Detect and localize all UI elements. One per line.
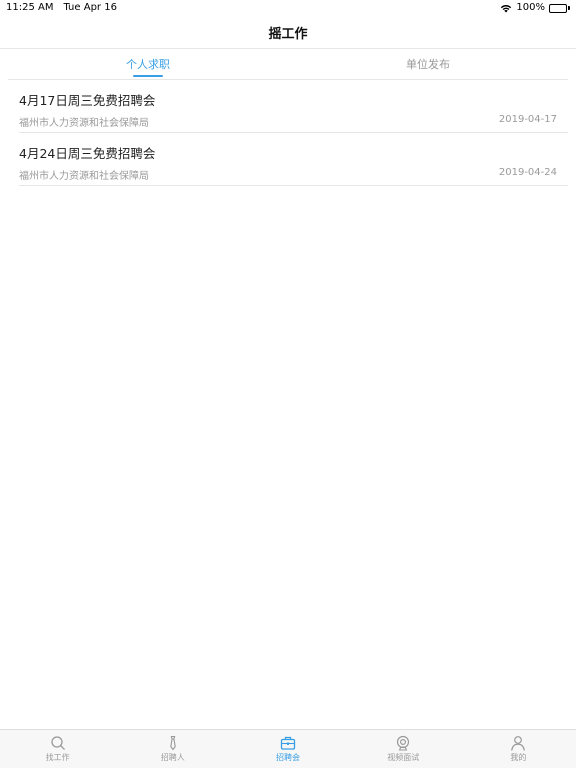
battery-icon [549, 3, 570, 13]
tabbar-profile[interactable]: 我的 [461, 730, 576, 768]
segment-tabs: 个人求职 单位发布 [8, 49, 568, 80]
page-title: 摇工作 [268, 26, 308, 42]
item-date: 2019-04-17 [498, 114, 557, 125]
webcam-icon [397, 735, 410, 751]
tabbar-label: 我的 [510, 753, 527, 762]
person-icon [511, 736, 526, 751]
status-time: 11:25 AM [6, 2, 54, 13]
tabbar-job-fair[interactable]: 招聘会 [230, 730, 345, 768]
tie-icon [170, 735, 176, 751]
search-icon [50, 736, 65, 750]
tabbar-find-job[interactable]: 找工作 [0, 730, 115, 768]
tabbar-recruiters[interactable]: 招聘人 [115, 730, 230, 768]
briefcase-icon [280, 736, 296, 750]
item-organizer: 福州市人力资源和社会保障局 [19, 118, 149, 129]
status-bar: 11:25 AM Tue Apr 16 100% [0, 0, 576, 16]
navigation-bar: 摇工作 [0, 16, 576, 49]
battery-percent: 100% [516, 2, 545, 13]
item-title: 4月24日周三免费招聘会 [19, 146, 156, 161]
status-left: 11:25 AM Tue Apr 16 [6, 0, 117, 16]
status-right: 100% [500, 0, 570, 16]
tab-active-indicator [133, 75, 163, 77]
item-title: 4月17日周三免费招聘会 [19, 93, 156, 108]
tab-label: 个人求职 [126, 58, 170, 71]
tab-company-posting[interactable]: 单位发布 [288, 49, 568, 79]
tabbar-video-interview[interactable]: 视频面试 [346, 730, 461, 768]
item-organizer: 福州市人力资源和社会保障局 [19, 171, 149, 182]
tabbar-label: 找工作 [45, 753, 70, 762]
tabbar-label: 招聘会 [276, 753, 300, 762]
tabbar-label: 招聘人 [160, 753, 185, 762]
list-item[interactable]: 4月24日周三免费招聘会 福州市人力资源和社会保障局 2019-04-24 [19, 133, 568, 186]
tabbar-label: 视频面试 [387, 753, 420, 762]
tab-label: 单位发布 [406, 58, 450, 71]
list-item[interactable]: 4月17日周三免费招聘会 福州市人力资源和社会保障局 2019-04-17 [19, 80, 568, 133]
job-fair-list: 4月17日周三免费招聘会 福州市人力资源和社会保障局 2019-04-17 4月… [19, 80, 568, 186]
wifi-icon [500, 4, 512, 13]
tab-personal-job-seeking[interactable]: 个人求职 [8, 49, 288, 79]
item-date: 2019-04-24 [498, 167, 557, 178]
status-date: Tue Apr 16 [63, 2, 117, 13]
bottom-tab-bar: 找工作 招聘人 招聘会 视频面试 我的 [0, 729, 576, 768]
